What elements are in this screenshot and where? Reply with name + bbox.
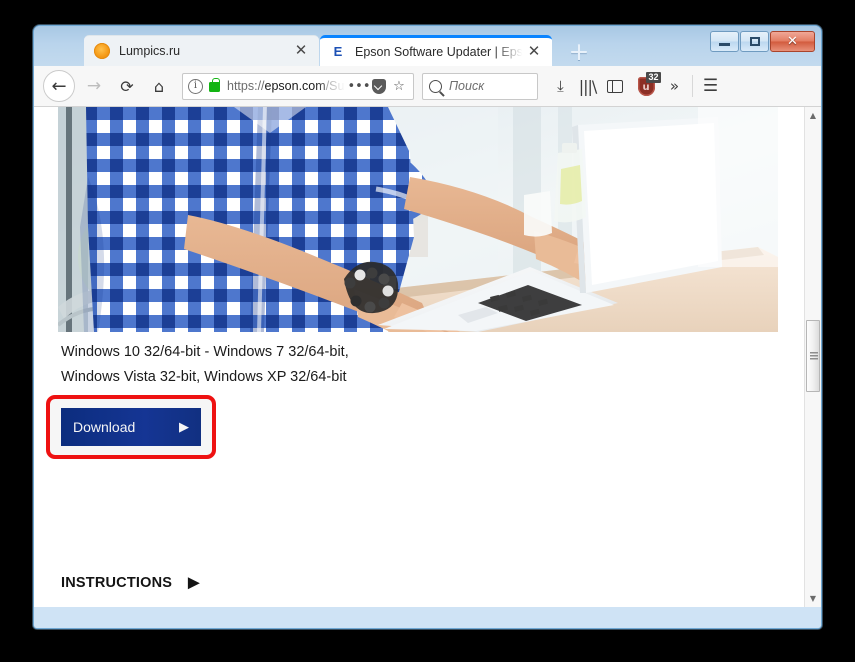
vertical-scrollbar[interactable]: ▲ ▼ — [804, 107, 821, 607]
instructions-label: INSTRUCTIONS — [61, 575, 173, 591]
search-icon — [429, 79, 442, 93]
navigation-toolbar: ← → ⟳ ⌂ i https://epson.com/Su ••• ☆ Пои… — [34, 66, 821, 107]
url-protocol: https:// — [227, 79, 265, 93]
ublock-badge: 32 — [646, 72, 661, 83]
os-support-line-2: Windows Vista 32-bit, Windows XP 32/64-b… — [61, 369, 347, 385]
scroll-down-icon[interactable]: ▼ — [805, 590, 821, 607]
maximize-button[interactable] — [740, 31, 769, 52]
home-icon[interactable]: ⌂ — [144, 71, 174, 101]
lock-icon[interactable] — [209, 78, 220, 92]
download-button-label: Download — [73, 419, 136, 435]
scrollbar-thumb[interactable] — [806, 320, 820, 392]
forward-icon: → — [86, 76, 102, 96]
maximize-icon — [749, 37, 760, 46]
window-controls: ✕ — [710, 31, 815, 52]
tab-strip: Lumpics.ru ✕ E Epson Software Updater | … — [34, 26, 821, 66]
minimize-button[interactable] — [710, 31, 739, 52]
close-icon[interactable]: ✕ — [291, 41, 311, 61]
hamburger-menu-icon[interactable]: ☰ — [697, 71, 724, 101]
sidebar-toggle-icon[interactable] — [601, 71, 628, 101]
minimize-icon — [719, 43, 730, 46]
search-input[interactable]: Поиск — [422, 72, 538, 100]
url-input[interactable]: https://epson.com/Su — [227, 79, 349, 93]
url-path: /Su — [325, 79, 345, 93]
play-arrow-icon: ▶ — [179, 419, 189, 434]
window-bottom-chrome — [34, 607, 821, 628]
scrollbar-grip-icon — [810, 352, 818, 361]
tab-title: Lumpics.ru — [119, 44, 181, 58]
page-actions-icon[interactable]: ••• — [348, 75, 371, 97]
url-bar[interactable]: i https://epson.com/Su ••• ☆ — [182, 72, 414, 100]
url-host: epson.com — [264, 79, 326, 93]
browser-window: Lumpics.ru ✕ E Epson Software Updater | … — [33, 25, 822, 629]
instructions-link[interactable]: INSTRUCTIONS ▶ — [61, 575, 200, 591]
tab-epson[interactable]: E Epson Software Updater | Epson ✕ — [320, 35, 552, 66]
close-window-button[interactable]: ✕ — [770, 31, 815, 52]
overflow-chevron-icon[interactable]: » — [661, 71, 688, 101]
search-placeholder: Поиск — [449, 79, 485, 93]
orange-circle-icon — [94, 43, 110, 59]
downloads-icon[interactable]: ⤓ — [547, 71, 574, 101]
pocket-icon[interactable] — [369, 75, 389, 97]
content-area: Windows 10 32/64-bit - Windows 7 32/64-b… — [34, 107, 821, 607]
play-arrow-icon: ▶ — [188, 575, 200, 591]
back-icon[interactable]: ← — [43, 70, 75, 102]
hero-photo — [58, 107, 778, 332]
toolbar-divider — [692, 75, 693, 97]
new-tab-button[interactable]: + — [564, 39, 594, 66]
tab-lumpics[interactable]: Lumpics.ru ✕ — [84, 35, 319, 66]
download-button[interactable]: Download ▶ — [61, 408, 201, 446]
scroll-up-icon[interactable]: ▲ — [805, 107, 821, 124]
library-icon[interactable]: |||\ — [574, 71, 601, 101]
reload-icon[interactable]: ⟳ — [112, 71, 142, 101]
page-canvas: Windows 10 32/64-bit - Windows 7 32/64-b… — [34, 107, 804, 607]
epson-e-icon: E — [330, 44, 346, 60]
close-icon[interactable]: ✕ — [524, 42, 544, 62]
tab-title: Epson Software Updater | Epson — [355, 45, 524, 59]
info-icon[interactable]: i — [188, 78, 203, 94]
bookmark-star-icon[interactable]: ☆ — [389, 75, 409, 97]
ublock-origin-icon[interactable]: u 32 — [631, 71, 661, 101]
os-support-text: Windows 10 32/64-bit - Windows 7 32/64-b… — [61, 340, 541, 390]
os-support-line-1: Windows 10 32/64-bit - Windows 7 32/64-b… — [61, 344, 349, 360]
